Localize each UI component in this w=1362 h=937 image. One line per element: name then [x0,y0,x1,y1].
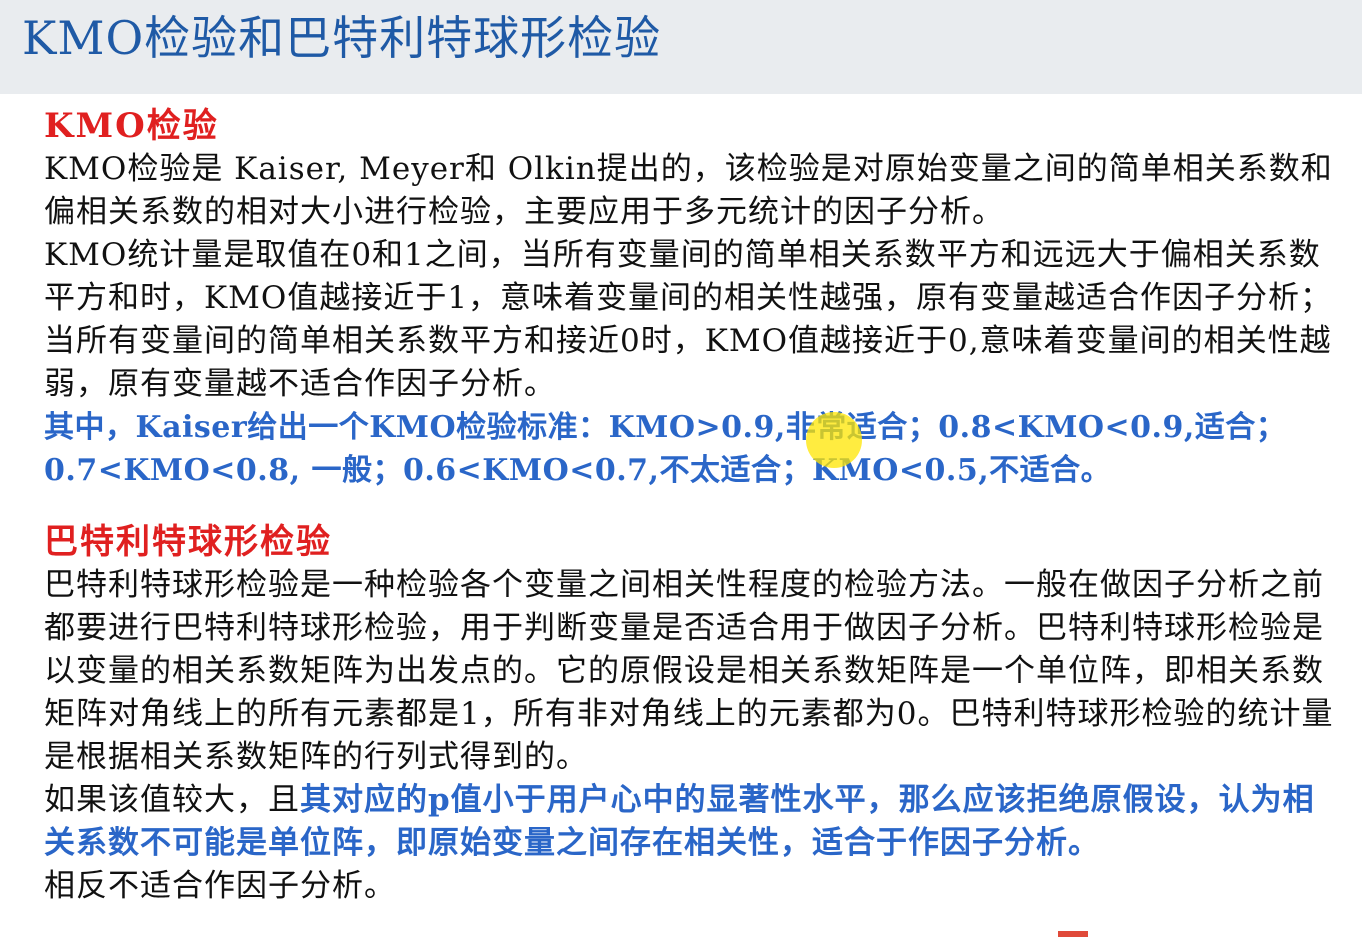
kmo-paragraph-1: KMO检验是 Kaiser, Meyer和 Olkin提出的，该检验是对原始变量… [44,151,1333,230]
bartlett-paragraph-1: 巴特利特球形检验是一种检验各个变量之间相关性程度的检验方法。一般在做因子分析之前… [44,567,1334,775]
kmo-paragraph-2: KMO统计量是取值在0和1之间，当所有变量间的简单相关系数平方和远远大于偏相关系… [44,237,1333,402]
slide-content: KMO检验 KMO检验是 Kaiser, Meyer和 Olkin提出的，该检验… [44,104,1344,908]
bartlett-lead-text: 如果该值较大，且 [44,782,300,818]
bartlett-paragraph-2: 如果该值较大，且其对应的p值小于用户心中的显著性水平，那么应该拒绝原假设，认为相… [44,779,1344,908]
kmo-standard: 其中，Kaiser给出一个KMO检验标准：KMO>0.9,非常适合；0.8<KM… [44,410,1287,488]
bartlett-heading: 巴特利特球形检验 [44,522,332,562]
page-title: KMO检验和巴特利特球形检验 [22,11,662,65]
title-bar: KMO检验和巴特利特球形检验 [0,0,1362,94]
bartlett-tail-text: 相反不适合作因子分析。 [44,868,396,904]
kmo-heading: KMO检验 [44,106,219,146]
corner-mark [1058,931,1088,937]
